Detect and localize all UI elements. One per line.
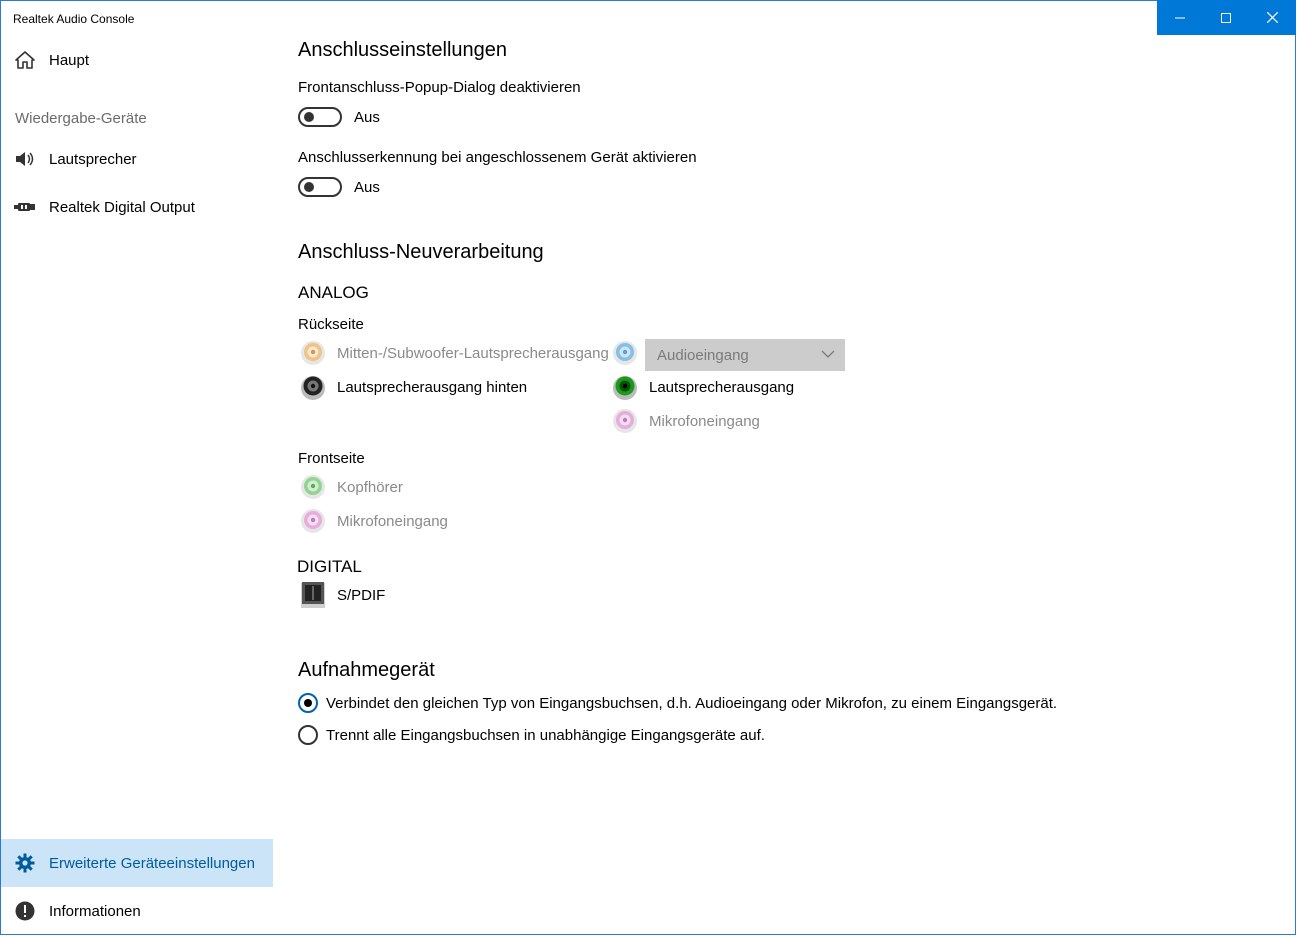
speaker-icon [1,151,49,167]
sidebar-item-digital-output[interactable]: Realtek Digital Output [1,183,273,231]
jack-label: Lautsprecherausgang [649,378,795,396]
jack-label: S/PDIF [337,586,386,604]
audio-jack-icon [301,376,325,400]
sidebar: Haupt Wiedergabe-Geräte Lautsprecher Rea… [1,34,273,934]
jack-label: Mikrofoneingang [649,412,760,430]
sidebar-item-speakers[interactable]: Lautsprecher [1,135,273,183]
app-window: Realtek Audio Console Haupt Wiedergabe-G… [0,0,1296,935]
sidebar-item-information[interactable]: Informationen [1,887,273,935]
sidebar-item-home[interactable]: Haupt [1,36,273,84]
sidebar-item-label: Lautsprecher [49,150,137,168]
sidebar-item-label: Haupt [49,51,90,69]
radio-label: Trennt alle Eingangsbuchsen in unabhängi… [326,726,765,744]
detection-state: Aus [354,179,380,196]
jack-headphone[interactable]: Kopfhörer [300,474,403,500]
gear-icon [1,853,49,873]
recording-title: Aufnahmegerät [298,659,435,681]
detection-label: Anschlusserkennung bei angeschlossenem G… [298,149,697,166]
close-button[interactable] [1249,0,1295,35]
front-popup-state: Aus [354,109,380,126]
jack-label: Kopfhörer [337,478,403,496]
connector-settings-title: Anschlusseinstellungen [298,39,508,61]
sidebar-item-advanced-settings[interactable]: Erweiterte Geräteeinstellungen [1,839,273,887]
back-panel-label: Rückseite [298,316,364,333]
radio-button[interactable] [298,693,318,713]
sidebar-item-label: Informationen [49,902,141,920]
audio-jack-icon [613,376,637,400]
detection-toggle[interactable] [298,177,342,197]
radio-button[interactable] [298,725,318,745]
jack-rear-speaker[interactable]: Lautsprecherausgang hinten [300,374,527,400]
sidebar-item-label: Realtek Digital Output [49,198,195,216]
minimize-icon [1175,17,1185,18]
minimize-button[interactable] [1157,0,1203,35]
title-bar: Realtek Audio Console [1,0,1296,35]
digital-label: DIGITAL [297,557,362,576]
audio-jack-icon [301,341,325,365]
toggle-knob [304,112,314,122]
close-icon [1266,12,1278,23]
audio-jack-icon [301,475,325,499]
jack-front-speaker-out[interactable]: Lautsprecherausgang [612,374,794,400]
audio-jack-icon [613,341,637,365]
jack-mic-in-front[interactable]: Mikrofoneingang [300,508,448,534]
audio-jack-icon [613,409,637,433]
digital-output-icon [1,201,49,213]
toggle-knob [304,182,314,192]
jack-line-in[interactable] [612,340,638,366]
jack-center-subwoofer[interactable]: Mitten-/Subwoofer-Lautsprecherausgang [300,340,609,366]
home-icon [1,51,49,69]
spdif-port[interactable]: S/PDIF [300,582,385,608]
jack-function-select[interactable]: Audioeingang [645,339,845,371]
jack-label: Mitten-/Subwoofer-Lautsprecherausgang [337,344,609,362]
sidebar-section-playback: Wiedergabe-Geräte [15,110,147,127]
select-value: Audioeingang [657,346,749,364]
info-icon [1,901,49,921]
jack-label: Mikrofoneingang [337,512,448,530]
analog-label: ANALOG [298,283,369,302]
front-panel-label: Frontseite [298,450,365,467]
front-popup-label: Frontanschluss-Popup-Dialog deaktivieren [298,79,581,96]
jack-mic-in-back[interactable]: Mikrofoneingang [612,408,760,434]
maximize-button[interactable] [1203,0,1249,35]
app-title: Realtek Audio Console [13,12,135,26]
chevron-down-icon [821,350,835,358]
jack-label: Lautsprecherausgang hinten [337,378,528,396]
recording-option-combined[interactable]: Verbindet den gleichen Typ von Eingangsb… [298,693,1057,713]
front-popup-toggle[interactable] [298,107,342,127]
recording-option-separate[interactable]: Trennt alle Eingangsbuchsen in unabhängi… [298,725,765,745]
audio-jack-icon [301,509,325,533]
maximize-icon [1221,12,1231,23]
spdif-port-icon [301,582,325,608]
radio-label: Verbindet den gleichen Typ von Eingangsb… [326,694,1058,712]
window-controls [1157,0,1296,35]
retasking-title: Anschluss-Neuverarbeitung [298,241,544,263]
sidebar-item-label: Erweiterte Geräteeinstellungen [49,854,255,872]
